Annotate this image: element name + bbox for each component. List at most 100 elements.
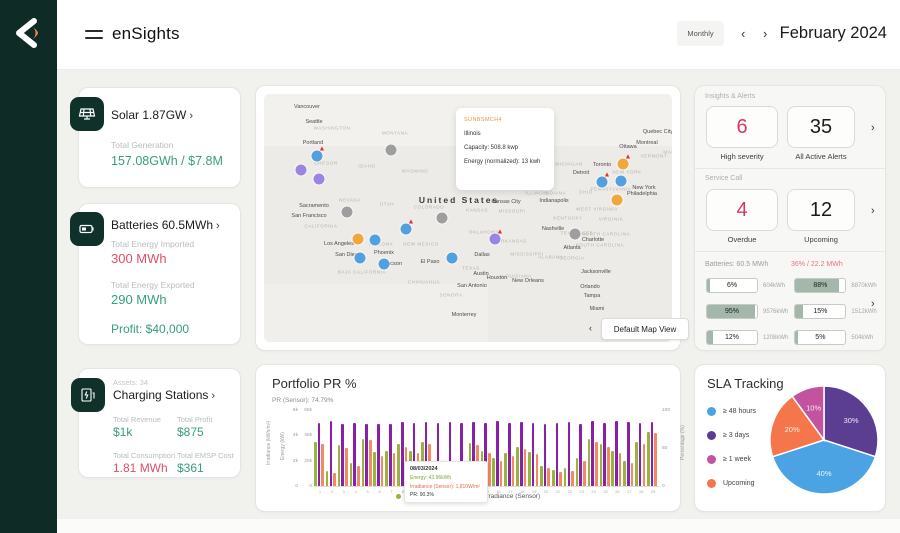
bar: [504, 453, 507, 486]
city-label: Jacksonville: [581, 269, 611, 275]
bar: [583, 461, 586, 486]
map-marker[interactable]: [616, 176, 627, 187]
sla-pie-chart[interactable]: 30%40%20%10%: [767, 383, 881, 497]
solar-card-title[interactable]: Solar 1.87GW›: [111, 108, 193, 122]
batteries-chevron-icon[interactable]: ›: [871, 298, 875, 310]
bar: [564, 468, 567, 486]
battery-cell: 5%504kWh: [794, 330, 876, 345]
chart-tooltip-irradiance: Irradiance (Sensor): 1,810W/m²: [410, 484, 482, 490]
bar: [591, 421, 594, 486]
menu-icon[interactable]: [85, 30, 103, 40]
bar: [639, 423, 642, 486]
state-label: TEXAS: [462, 266, 480, 271]
bar: [579, 424, 582, 486]
exported-label: Total Energy Exported: [111, 280, 195, 290]
city-label: Tampa: [584, 293, 601, 299]
alert-triangle-icon: ▲: [319, 146, 326, 153]
profit-value: Profit: $40,000: [111, 322, 189, 336]
bar: [362, 439, 365, 486]
map-marker[interactable]: [296, 165, 307, 176]
bar: [333, 473, 336, 486]
bar: [516, 447, 519, 486]
bar: [623, 461, 626, 486]
city-label: Seattle: [305, 119, 322, 125]
city-label: Kansas City: [491, 199, 520, 205]
state-label: VIRGINIA: [599, 217, 624, 222]
state-label: BAJA CALIFORNIA: [338, 270, 386, 275]
chart-tooltip-energy: Energy: 43.96kWh: [410, 475, 482, 481]
alerts-chevron-icon[interactable]: ›: [871, 122, 875, 134]
map-marker[interactable]: [379, 259, 390, 270]
alert-triangle-icon: ▲: [604, 172, 611, 179]
bar: [353, 423, 356, 486]
bar: [600, 444, 603, 486]
high-severity-box[interactable]: 6: [706, 106, 778, 148]
emsp-label: Total EMSP Cost: [177, 451, 234, 460]
bar: [492, 458, 495, 486]
map-marker[interactable]: [342, 207, 353, 218]
overdue-box[interactable]: 4: [706, 189, 778, 231]
default-map-view-button[interactable]: Default Map View: [601, 318, 689, 340]
map-card: United States SUNBSMCH4 Illinois Capacit…: [255, 85, 681, 351]
sla-legend-dot-icon: [707, 479, 716, 488]
period-selector-button[interactable]: Monthly: [677, 21, 724, 46]
bar: [627, 422, 630, 486]
battery-value: 604kWh: [763, 283, 785, 289]
prev-month-button[interactable]: ‹: [741, 26, 745, 41]
state-label: ARKANSAS: [497, 239, 526, 244]
pr-bar-plot[interactable]: 08/03/2024 Energy: 43.96kWh Irradiance (…: [314, 411, 659, 487]
battery-pill: 15%: [794, 304, 846, 319]
batteries-card-title[interactable]: Batteries 60.5MWh›: [111, 218, 220, 232]
bar: [350, 463, 353, 486]
sla-legend-item: ≥ 48 hours: [707, 407, 756, 416]
city-label: San Antonio: [457, 283, 487, 289]
state-label: WEST VIRGINIA: [576, 207, 618, 212]
map-marker[interactable]: [386, 145, 397, 156]
imported-label: Total Energy Imported: [111, 239, 194, 249]
state-label: KANSAS: [466, 208, 488, 213]
map-marker[interactable]: [447, 253, 458, 264]
battery-percent: 95%: [707, 305, 757, 318]
sla-legend-label: ≥ 1 week: [723, 456, 751, 463]
map-marker[interactable]: [353, 234, 364, 245]
sidebar: [0, 0, 57, 533]
bar: [338, 445, 341, 486]
map-marker[interactable]: [355, 253, 366, 264]
state-label: IDAHO: [358, 164, 375, 169]
next-month-button[interactable]: ›: [763, 26, 767, 41]
bar: [369, 440, 372, 486]
bar: [603, 423, 606, 486]
axis-tick: 60k: [304, 408, 312, 413]
app-title: enSights: [112, 24, 180, 44]
bar: [615, 421, 618, 486]
axis-tick: 100: [662, 408, 670, 413]
bar: [595, 442, 598, 486]
alerts-section-label: Insights & Alerts: [705, 93, 755, 100]
city-label: Sacramento: [299, 203, 329, 209]
bar: [544, 424, 547, 486]
all-alerts-box[interactable]: 35: [787, 106, 855, 148]
sla-tracking-card: SLA Tracking ≥ 48 hours≥ 3 days≥ 1 weekU…: [694, 364, 886, 512]
charging-card-title[interactable]: Charging Stations›: [113, 388, 215, 402]
alert-triangle-icon: ▲: [497, 229, 504, 236]
tooltip-capacity: Capacity: 508.8 kwp: [464, 145, 546, 151]
map-view-prev-icon[interactable]: ‹: [589, 323, 592, 333]
map-marker[interactable]: [314, 174, 325, 185]
state-label: PENNSYLVANIA: [590, 187, 631, 192]
high-severity-label: High severity: [702, 152, 782, 161]
map-marker[interactable]: [370, 235, 381, 246]
map-marker[interactable]: [437, 213, 448, 224]
generation-value: 157.08GWh / $7.8M: [111, 154, 223, 168]
bar: [314, 442, 317, 486]
city-label: Detroit: [573, 170, 589, 176]
map-canvas[interactable]: United States SUNBSMCH4 Illinois Capacit…: [264, 94, 672, 342]
map-marker[interactable]: [612, 195, 623, 206]
upcoming-box[interactable]: 12: [787, 189, 855, 231]
bar: [385, 451, 388, 486]
map-marker[interactable]: [570, 229, 581, 240]
service-section-label: Service Call: [705, 175, 742, 182]
service-chevron-icon[interactable]: ›: [871, 205, 875, 217]
solar-icon: [70, 97, 104, 131]
current-period-label: February 2024: [780, 24, 887, 43]
exported-value: 290 MWh: [111, 292, 167, 307]
